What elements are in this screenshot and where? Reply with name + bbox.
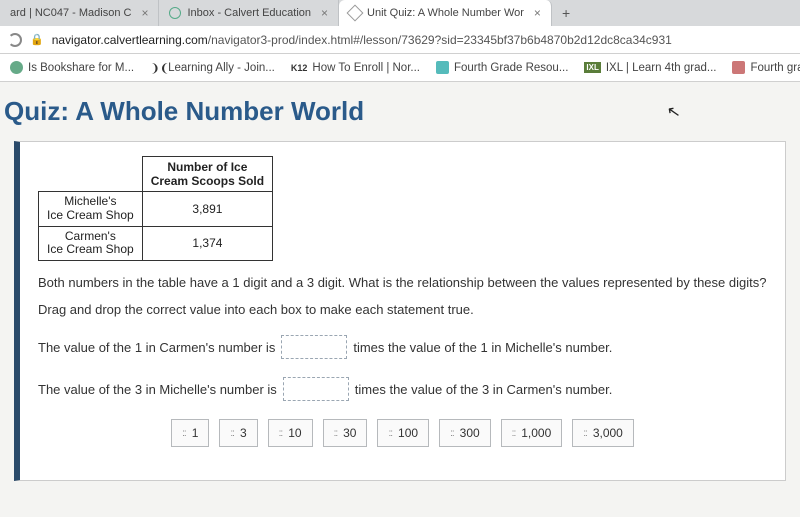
- favicon-icon: [347, 5, 364, 22]
- bookmark-label: How To Enroll | Nor...: [312, 62, 420, 74]
- data-table: Number of Ice Cream Scoops Sold Michelle…: [38, 156, 273, 261]
- sentence-part: times the value of the 3 in Carmen's num…: [355, 382, 613, 397]
- grip-icon: ::: [279, 428, 283, 439]
- bookmark-icon: [732, 61, 745, 74]
- grip-icon: ::: [450, 428, 454, 439]
- tile-label: 1,000: [521, 426, 551, 440]
- question-text: Both numbers in the table have a 1 digit…: [38, 275, 767, 290]
- url-domain: navigator.calvertlearning.com: [52, 33, 208, 47]
- bookmark-label: Learning Ally - Join...: [168, 62, 275, 74]
- tile-label: 3,000: [593, 426, 623, 440]
- answer-tiles-row: ::1 ::3 ::10 ::30 ::100 ::300 ::1,000 ::…: [38, 419, 767, 447]
- bookmark-label: Is Bookshare for M...: [28, 62, 134, 74]
- page-title: Quiz: A Whole Number World: [0, 92, 786, 141]
- grip-icon: ::: [334, 428, 338, 439]
- bookmark-prefix: K12: [291, 63, 308, 73]
- lock-icon: 🔒: [30, 33, 44, 46]
- fill-sentence-2: The value of the 3 in Michelle's number …: [38, 377, 767, 401]
- bookmark-label: Fourth Grade Resou...: [454, 62, 568, 74]
- table-row: Carmen's Ice Cream Shop 1,374: [39, 226, 273, 261]
- sentence-part: The value of the 3 in Michelle's number …: [38, 382, 277, 397]
- close-icon[interactable]: ×: [534, 6, 541, 20]
- answer-tile[interactable]: ::300: [439, 419, 491, 447]
- table-row-header: Carmen's Ice Cream Shop: [39, 226, 143, 261]
- url-path: /navigator3-prod/index.html#/lesson/7362…: [208, 33, 672, 47]
- bookmark-item[interactable]: Fourth grade math...: [732, 61, 800, 74]
- answer-tile[interactable]: ::100: [377, 419, 429, 447]
- bookmark-item[interactable]: IXL IXL | Learn 4th grad...: [584, 62, 716, 74]
- favicon-icon: [169, 7, 181, 19]
- tile-label: 300: [460, 426, 480, 440]
- bookmark-item[interactable]: Is Bookshare for M...: [10, 61, 134, 74]
- grip-icon: ::: [230, 428, 234, 439]
- answer-tile[interactable]: ::10: [268, 419, 313, 447]
- sentence-part: times the value of the 1 in Michelle's n…: [353, 340, 612, 355]
- bookmarks-bar: Is Bookshare for M... ❩❨ Learning Ally -…: [0, 54, 800, 82]
- bookmark-label: IXL | Learn 4th grad...: [606, 62, 717, 74]
- fill-sentence-1: The value of the 1 in Carmen's number is…: [38, 335, 767, 359]
- grip-icon: ::: [388, 428, 392, 439]
- sound-icon: ❩❨: [150, 61, 163, 74]
- bookmark-item[interactable]: Fourth Grade Resou...: [436, 61, 568, 74]
- tile-label: 100: [398, 426, 418, 440]
- new-tab-button[interactable]: +: [552, 0, 580, 26]
- browser-tab[interactable]: ard | NC047 - Madison C ×: [0, 0, 159, 26]
- answer-tile[interactable]: ::1,000: [501, 419, 563, 447]
- table-cell: 1,374: [142, 226, 272, 261]
- question-panel: Number of Ice Cream Scoops Sold Michelle…: [14, 141, 786, 481]
- bookmark-icon: [436, 61, 449, 74]
- table-blank-cell: [39, 157, 143, 192]
- bookmark-item[interactable]: K12 How To Enroll | Nor...: [291, 62, 420, 74]
- tile-label: 30: [343, 426, 356, 440]
- tab-label: ard | NC047 - Madison C: [10, 7, 131, 19]
- instruction-text: Drag and drop the correct value into eac…: [38, 302, 767, 317]
- sentence-part: The value of the 1 in Carmen's number is: [38, 340, 275, 355]
- grip-icon: ::: [583, 428, 587, 439]
- table-header: Number of Ice Cream Scoops Sold: [142, 157, 272, 192]
- tab-label: Inbox - Calvert Education: [187, 7, 311, 19]
- tab-label: Unit Quiz: A Whole Number Wor: [367, 7, 524, 19]
- close-icon[interactable]: ×: [141, 6, 148, 20]
- bookmark-item[interactable]: ❩❨ Learning Ally - Join...: [150, 61, 275, 74]
- browser-tab-active[interactable]: Unit Quiz: A Whole Number Wor ×: [339, 0, 552, 26]
- browser-tabstrip: ard | NC047 - Madison C × Inbox - Calver…: [0, 0, 800, 26]
- table-row: Michelle's Ice Cream Shop 3,891: [39, 192, 273, 227]
- bookmark-icon: [10, 61, 23, 74]
- grip-icon: ::: [182, 428, 186, 439]
- answer-tile[interactable]: ::3: [219, 419, 257, 447]
- answer-tile[interactable]: ::3,000: [572, 419, 634, 447]
- table-cell: 3,891: [142, 192, 272, 227]
- bookmark-prefix: IXL: [584, 62, 600, 73]
- drop-zone[interactable]: [281, 335, 347, 359]
- tile-label: 1: [192, 426, 199, 440]
- drop-zone[interactable]: [283, 377, 349, 401]
- reload-icon[interactable]: [8, 33, 22, 47]
- browser-tab[interactable]: Inbox - Calvert Education ×: [159, 0, 339, 26]
- page-content: Quiz: A Whole Number World ↖ Number of I…: [0, 82, 800, 517]
- grip-icon: ::: [512, 428, 516, 439]
- url-text[interactable]: navigator.calvertlearning.com/navigator3…: [52, 33, 672, 47]
- tile-label: 3: [240, 426, 247, 440]
- close-icon[interactable]: ×: [321, 6, 328, 20]
- answer-tile[interactable]: ::30: [323, 419, 368, 447]
- answer-tile[interactable]: ::1: [171, 419, 209, 447]
- table-row-header: Michelle's Ice Cream Shop: [39, 192, 143, 227]
- tile-label: 10: [288, 426, 301, 440]
- url-bar: 🔒 navigator.calvertlearning.com/navigato…: [0, 26, 800, 54]
- bookmark-label: Fourth grade math...: [750, 62, 800, 74]
